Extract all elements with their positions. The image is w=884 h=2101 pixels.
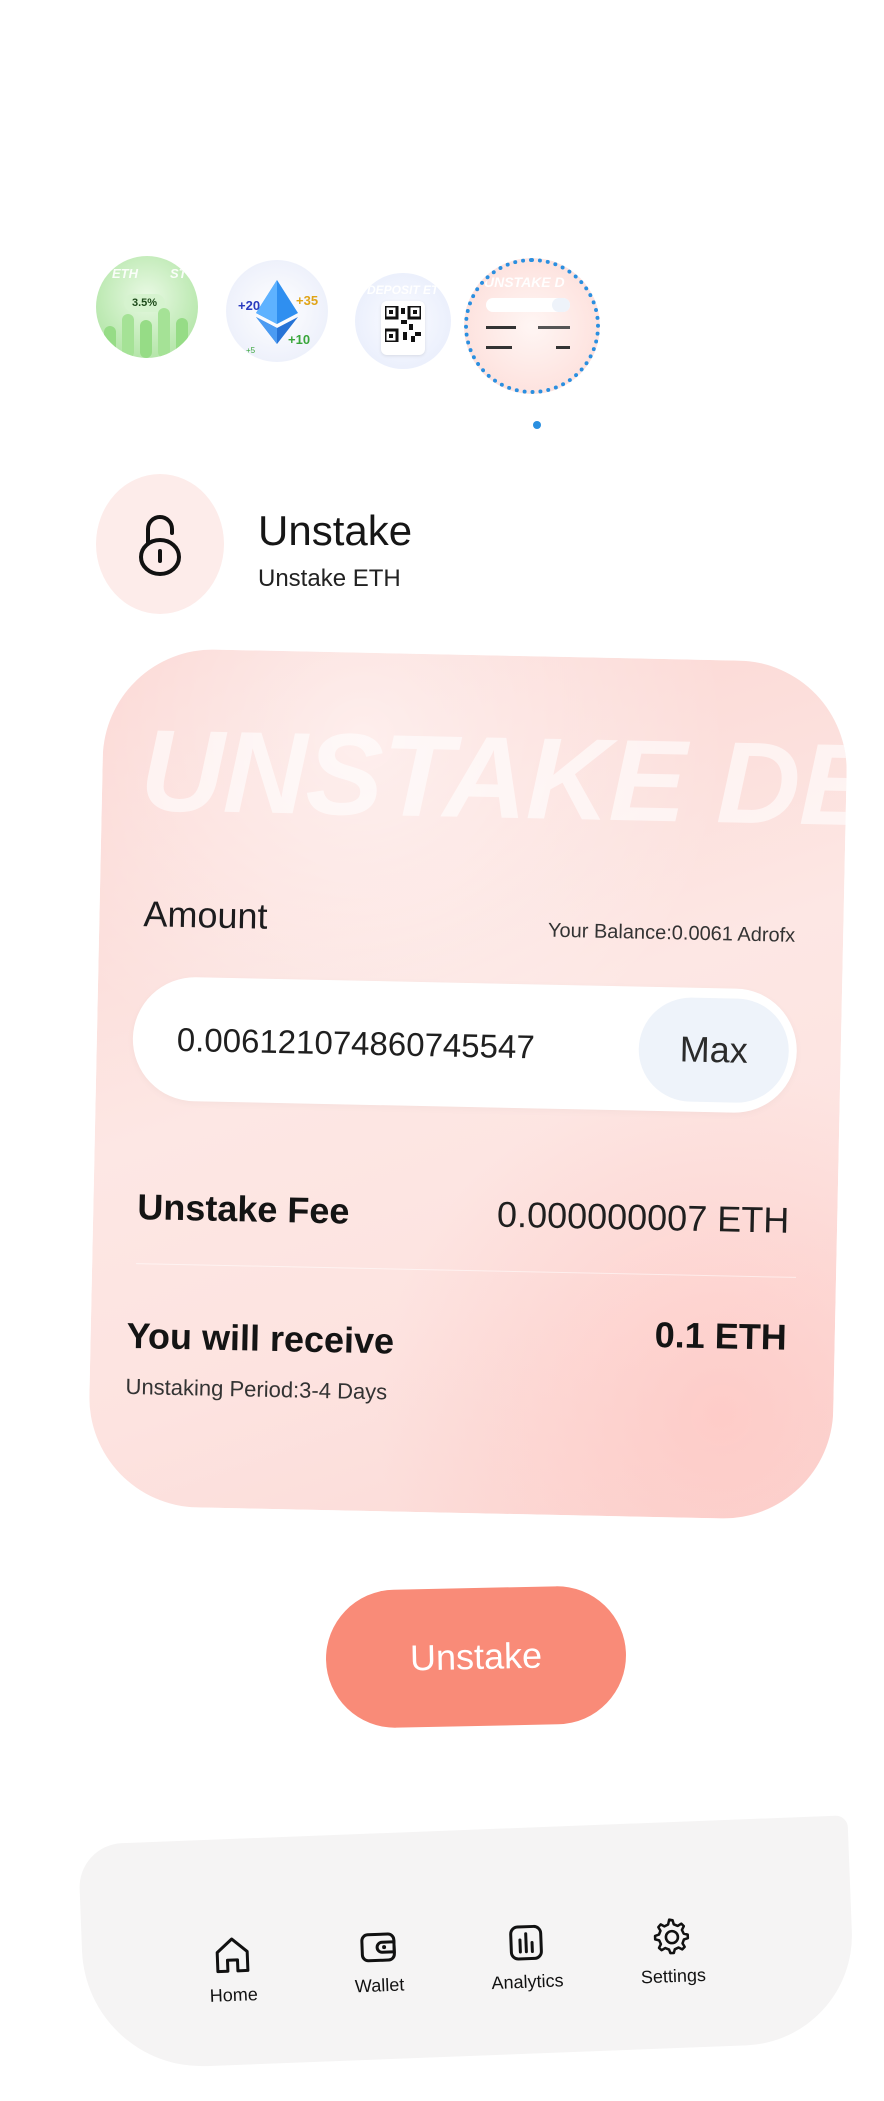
nav-label-analytics: Analytics bbox=[491, 1970, 564, 1994]
carousel-slide-deposit[interactable]: DEPOSIT ET bbox=[355, 273, 451, 369]
gear-icon bbox=[653, 1918, 690, 1955]
unstake-fee-value: 0.000000007 ETH bbox=[496, 1193, 790, 1241]
max-button[interactable]: Max bbox=[637, 996, 790, 1104]
bottom-nav: Home Wallet Analytics Settings bbox=[77, 1815, 857, 2071]
bar-chart-icon bbox=[104, 308, 188, 358]
slide-text-left: ETH bbox=[112, 266, 138, 281]
card-watermark: UNSTAKE DEP bbox=[139, 705, 849, 853]
unstaking-period: Unstaking Period:3-4 Days bbox=[125, 1373, 388, 1405]
carousel-slide-eth-rewards[interactable]: +20 +35 +10 +5 bbox=[226, 260, 328, 362]
unstake-card: UNSTAKE DEP Amount Your Balance:0.0061 A… bbox=[87, 647, 849, 1521]
amount-label: Amount bbox=[143, 893, 268, 937]
nav-item-settings[interactable]: Settings bbox=[611, 1916, 734, 1990]
nav-item-wallet[interactable]: Wallet bbox=[317, 1927, 439, 1999]
unlock-icon bbox=[139, 515, 181, 576]
qr-code-icon bbox=[385, 306, 421, 342]
amount-input[interactable]: 0.006121074860745547 Max bbox=[131, 975, 799, 1114]
receive-label: You will receive bbox=[126, 1314, 395, 1362]
unstake-fee-label: Unstake Fee bbox=[136, 1186, 350, 1232]
balance-text: Your Balance:0.0061 Adrofx bbox=[547, 919, 796, 947]
divider bbox=[136, 1263, 797, 1278]
reward-label-1: +20 bbox=[238, 298, 261, 313]
carousel-slide-staking[interactable]: ETH ST 3.5% bbox=[96, 256, 198, 358]
nav-item-home[interactable]: Home bbox=[172, 1933, 295, 2009]
page-subtitle: Unstake ETH bbox=[258, 565, 401, 592]
unstake-button[interactable]: Unstake bbox=[324, 1584, 628, 1730]
nav-item-analytics[interactable]: Analytics bbox=[465, 1921, 588, 1995]
slide-text-right: ST bbox=[170, 266, 187, 281]
reward-label-2: +35 bbox=[296, 293, 319, 308]
page-title: Unstake bbox=[258, 507, 413, 554]
wallet-icon bbox=[360, 1932, 396, 1963]
nav-label-home: Home bbox=[209, 1984, 259, 2006]
unlock-icon-badge bbox=[96, 474, 224, 614]
amount-input-value[interactable]: 0.006121074860745547 bbox=[176, 1021, 535, 1066]
analytics-icon bbox=[509, 1924, 543, 1961]
nav-label-wallet: Wallet bbox=[354, 1974, 405, 1997]
carousel-indicator-dot bbox=[533, 421, 541, 429]
reward-label-3: +10 bbox=[288, 332, 311, 347]
slide-title: UNSTAKE D bbox=[484, 274, 565, 290]
slide-title: DEPOSIT ET bbox=[367, 283, 439, 297]
reward-label-4: +5 bbox=[246, 346, 256, 355]
nav-label-settings: Settings bbox=[640, 1964, 707, 1988]
receive-value: 0.1 ETH bbox=[654, 1313, 788, 1358]
home-icon bbox=[215, 1937, 250, 1974]
carousel-slide-unstake[interactable]: UNSTAKE D bbox=[464, 258, 600, 394]
